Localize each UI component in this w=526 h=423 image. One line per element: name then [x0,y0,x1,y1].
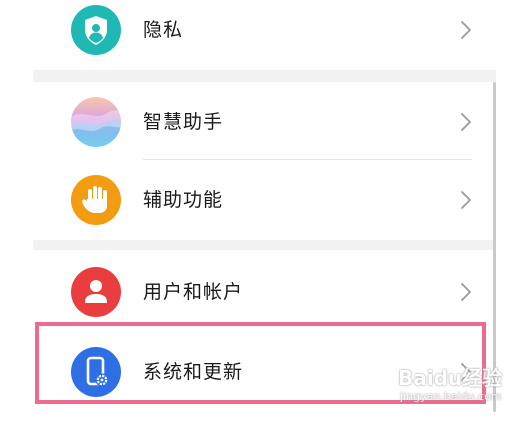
watermark: Baidu经验 jingyan.baidu.com [376,360,516,412]
settings-item-users-accounts[interactable]: 用户和帐户 [33,252,496,332]
group-separator [33,70,496,82]
settings-item-privacy[interactable]: 隐私 [33,0,496,70]
settings-item-label: 辅助功能 [143,189,224,211]
settings-item-label: 用户和帐户 [143,281,244,303]
settings-item-smart-assistant[interactable]: 智慧助手 [33,82,496,162]
settings-item-label: 智慧助手 [143,111,224,133]
watermark-brand: Baidu经验 [398,366,503,390]
smart-assistant-icon [71,97,121,147]
chevron-right-icon [460,190,472,210]
chevron-right-icon [460,282,472,302]
settings-group-assist: 智慧助手 辅助功能 [33,82,496,240]
settings-group-privacy: 隐私 [33,0,496,70]
group-separator [33,240,496,250]
hand-icon [71,175,121,225]
chevron-right-icon [460,20,472,40]
settings-item-label: 隐私 [143,19,184,41]
settings-screen: 隐私 智慧助手 辅助功能 用户和帐户 系统和更新 Baidu经验 jingyan… [0,0,526,423]
watermark-url: jingyan.baidu.com [400,390,502,403]
privacy-shield-icon [71,5,121,55]
chevron-right-icon [460,112,472,132]
user-icon [71,267,121,317]
settings-item-accessibility[interactable]: 辅助功能 [33,160,496,240]
